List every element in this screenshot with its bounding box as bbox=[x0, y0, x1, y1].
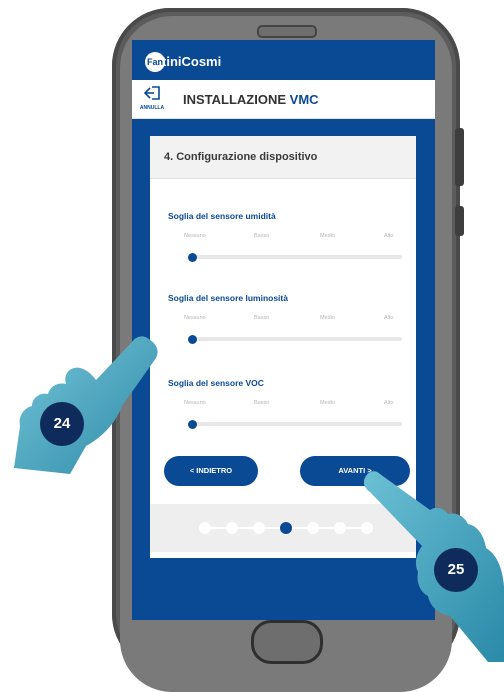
voc-slider-label: Soglia del sensore VOC bbox=[168, 378, 264, 388]
humidity-slider-ticks: Nessuno Basso Medio Alto bbox=[168, 233, 408, 243]
light-slider-ticks: Nessuno Basso Medio Alto bbox=[168, 315, 408, 325]
step-dot bbox=[226, 522, 238, 534]
exit-arrow-icon bbox=[138, 86, 166, 103]
page-title-prefix: INSTALLAZIONE bbox=[183, 92, 287, 107]
tick-label: Basso bbox=[254, 233, 270, 239]
left-pointing-hand-icon bbox=[14, 336, 158, 474]
tick-label: Alto bbox=[384, 315, 394, 321]
voc-slider-track[interactable] bbox=[192, 422, 402, 426]
step-dot bbox=[199, 522, 211, 534]
phone-home-button bbox=[251, 620, 323, 664]
brand-logo-text: tiniCosmi bbox=[162, 54, 222, 69]
tick-label: Basso bbox=[254, 315, 270, 321]
voc-slider-block: Soglia del sensore VOC Nessuno Basso Med… bbox=[168, 378, 408, 429]
step-dot bbox=[253, 522, 265, 534]
callout-badge-24: 24 bbox=[40, 402, 84, 446]
light-slider-block: Soglia del sensore luminosità Nessuno Ba… bbox=[168, 293, 408, 344]
callout-badge-25: 25 bbox=[434, 548, 478, 592]
humidity-slider-track[interactable] bbox=[192, 255, 402, 259]
humidity-slider-knob[interactable] bbox=[188, 252, 197, 262]
card-header: 4. Configurazione dispositivo bbox=[150, 136, 416, 179]
step-dot-current bbox=[280, 522, 292, 534]
light-slider-track[interactable] bbox=[192, 337, 402, 341]
step-dot bbox=[307, 522, 319, 534]
cancel-label: ANNULLA bbox=[139, 105, 165, 111]
voc-slider-ticks: Nessuno Basso Medio Alto bbox=[168, 400, 408, 410]
page-title-accent: VMC bbox=[289, 92, 319, 107]
page-header: ANNULLA INSTALLAZIONE VMC bbox=[132, 80, 435, 119]
right-pointing-hand-icon bbox=[363, 471, 504, 662]
back-button[interactable]: < INDIETRO bbox=[164, 456, 258, 486]
card-title: 4. Configurazione dispositivo bbox=[164, 151, 318, 163]
light-slider-label: Soglia del sensore luminosità bbox=[168, 293, 288, 303]
tick-label: Nessuno bbox=[184, 400, 206, 406]
phone-earpiece bbox=[257, 25, 317, 38]
light-slider-knob[interactable] bbox=[188, 334, 197, 344]
tick-label: Alto bbox=[384, 233, 394, 239]
phone-power-button bbox=[455, 128, 464, 186]
humidity-slider-label: Soglia del sensore umidità bbox=[168, 211, 276, 221]
tick-label: Nessuno bbox=[184, 233, 206, 239]
voc-slider-knob[interactable] bbox=[188, 419, 197, 429]
tick-label: Medio bbox=[320, 400, 335, 406]
phone-volume-button bbox=[455, 206, 464, 236]
humidity-slider-block: Soglia del sensore umidità Nessuno Basso… bbox=[168, 211, 408, 262]
tick-label: Alto bbox=[384, 400, 394, 406]
page-title: INSTALLAZIONE VMC bbox=[183, 92, 319, 107]
tick-label: Medio bbox=[320, 233, 335, 239]
tick-label: Basso bbox=[254, 400, 270, 406]
app-topbar: Fan tiniCosmi bbox=[132, 40, 435, 80]
step-dot bbox=[334, 522, 346, 534]
tick-label: Nessuno bbox=[184, 315, 206, 321]
tick-label: Medio bbox=[320, 315, 335, 321]
cancel-button[interactable]: ANNULLA bbox=[138, 86, 166, 111]
